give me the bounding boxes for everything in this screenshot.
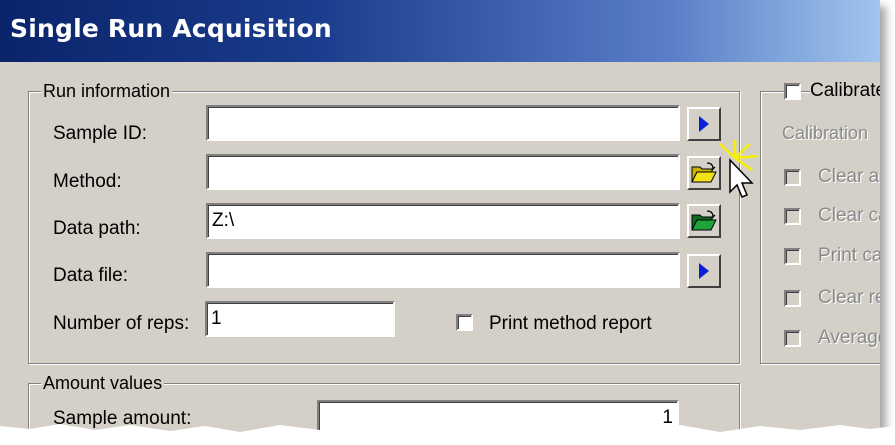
clear-results-checkbox[interactable]: [784, 290, 801, 307]
number-of-reps-field[interactable]: [205, 301, 395, 337]
sample-id-label: Sample ID:: [53, 123, 147, 144]
clear-cal-checkbox[interactable]: [784, 208, 801, 225]
data-path-field[interactable]: [206, 203, 680, 239]
single-run-acquisition-window: Single Run Acquisition Run information S…: [0, 0, 880, 440]
clear-all-label: Clear all: [818, 166, 880, 187]
mouse-cursor-icon: [719, 140, 759, 198]
window-title: Single Run Acquisition: [10, 14, 332, 43]
title-bar[interactable]: Single Run Acquisition: [0, 0, 880, 62]
data-path-label: Data path:: [53, 218, 141, 239]
open-folder-icon: [691, 210, 717, 231]
print-cal-label: Print ca: [818, 245, 880, 266]
calibration-label: Calibration: [782, 123, 869, 143]
method-field[interactable]: [206, 154, 680, 190]
clear-all-checkbox[interactable]: [784, 169, 801, 186]
clear-cal-label: Clear ca: [818, 205, 880, 226]
average-label: Average: [818, 327, 880, 348]
sample-id-field[interactable]: [206, 105, 680, 141]
clear-results-label: Clear re: [818, 287, 880, 308]
average-checkbox[interactable]: [784, 330, 801, 347]
calibrate-checkbox[interactable]: [784, 83, 801, 100]
print-method-report-checkbox[interactable]: [456, 314, 473, 331]
run-information-legend: Run information: [41, 79, 173, 103]
calibrate-label[interactable]: Calibrate: [810, 80, 880, 102]
amount-values-legend: Amount values: [41, 371, 165, 395]
torn-edge-decoration: [0, 424, 895, 445]
data-file-browse-button[interactable]: [687, 254, 721, 288]
arrow-right-icon: [699, 263, 709, 279]
print-cal-checkbox[interactable]: [784, 248, 801, 265]
number-of-reps-label: Number of reps:: [53, 313, 190, 334]
print-method-report-label[interactable]: Print method report: [489, 313, 652, 335]
method-label: Method:: [53, 171, 122, 192]
data-file-label: Data file:: [53, 265, 128, 286]
data-file-field[interactable]: [206, 252, 680, 288]
